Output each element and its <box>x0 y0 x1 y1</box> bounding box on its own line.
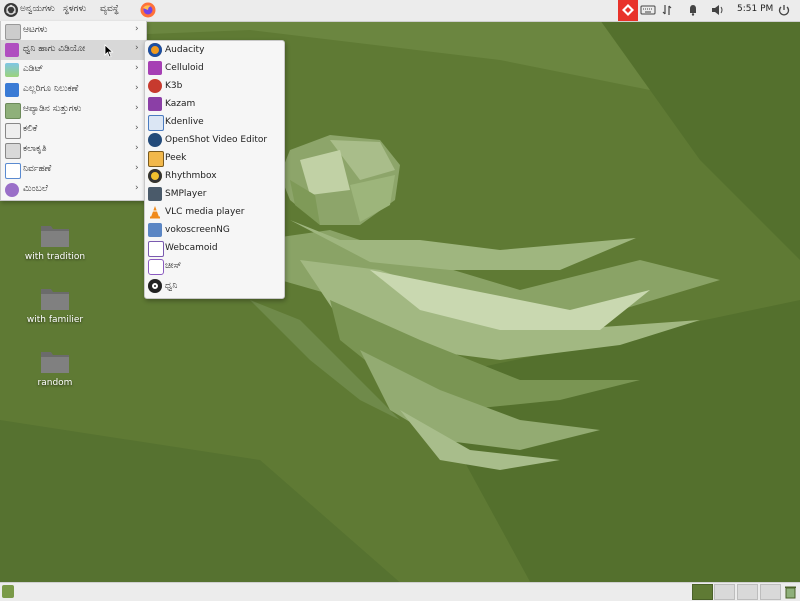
applications-menu[interactable]: ಅನ್ವಯಗಳು <box>20 4 55 14</box>
menu-item-openshot[interactable]: OpenShot Video Editor <box>145 131 284 149</box>
kazam-icon <box>148 97 162 111</box>
menu-item-celluloid[interactable]: Celluloid <box>145 59 284 77</box>
vokoscreen-icon <box>148 223 162 237</box>
category-accessories[interactable]: ಆಪ್ಯಾಡಿನ ಸುತ್ತುಗಳು › <box>1 100 146 120</box>
games-icon <box>5 24 21 40</box>
bottom-panel <box>0 582 800 601</box>
desktop-folder-with-familier[interactable]: with familier <box>20 285 90 345</box>
accessibility-icon <box>5 83 19 97</box>
openshot-icon <box>148 133 162 147</box>
category-settings[interactable]: ನಿರ್ವಹಣೆ › <box>1 160 146 180</box>
places-menu[interactable]: ಸ್ಥಳಗಳು <box>63 4 86 14</box>
k3b-icon <box>148 79 162 93</box>
folder-icon <box>41 352 69 373</box>
chevron-right-icon: › <box>135 24 139 34</box>
menu-item-vlc[interactable]: VLC media player <box>145 203 284 221</box>
menu-item-sound-recorder[interactable]: ಧ್ವನಿ <box>145 277 284 295</box>
category-accessibility[interactable]: ಎಲ್ಲರಿಗೂ ನಿಲುಕಣೆ › <box>1 80 146 100</box>
chevron-right-icon: › <box>135 143 139 153</box>
desktop-folder-with-tradition[interactable]: with tradition <box>20 222 90 282</box>
chevron-right-icon: › <box>135 43 139 53</box>
sound-video-submenu: Audacity Celluloid K3b Kazam Kdenlive Op… <box>144 40 285 299</box>
kdenlive-icon <box>148 115 164 131</box>
power-icon[interactable] <box>778 0 792 21</box>
menu-item-rhythmbox[interactable]: Rhythmbox <box>145 167 284 185</box>
mouse-cursor-icon <box>104 44 114 58</box>
chevron-right-icon: › <box>135 163 139 173</box>
settings-icon <box>5 163 21 179</box>
sound-video-icon <box>5 43 19 57</box>
firefox-icon[interactable] <box>140 2 156 18</box>
category-sound-video[interactable]: ಧ್ವನಿ ಹಾಗು ವಿಡಿಯೋ › <box>1 40 146 60</box>
graphics-icon <box>5 63 19 77</box>
menu-item-webcamoid[interactable]: Webcamoid <box>145 239 284 257</box>
folder-icon <box>41 289 69 310</box>
accessories-icon <box>5 103 21 119</box>
volume-icon[interactable] <box>711 0 725 21</box>
cheese-icon <box>148 259 164 275</box>
chevron-right-icon: › <box>135 103 139 113</box>
menu-item-kazam[interactable]: Kazam <box>145 95 284 113</box>
top-panel: ಅನ್ವಯಗಳು ಸ್ಥಳಗಳು ವ್ಯವಸ್ಥೆ 5:51 PM <box>0 0 800 22</box>
internet-icon <box>5 183 19 197</box>
vlc-icon <box>148 205 162 219</box>
audacity-icon <box>148 43 162 57</box>
rhythmbox-icon <box>148 169 162 183</box>
workspace-2[interactable] <box>714 584 735 600</box>
notification-bell-icon[interactable] <box>688 0 700 21</box>
show-desktop-icon[interactable] <box>2 585 14 598</box>
workspace-1[interactable] <box>692 584 713 600</box>
peek-icon <box>148 151 164 167</box>
workspace-4[interactable] <box>760 584 781 600</box>
category-graphics[interactable]: ಎಡಿಟ್ › <box>1 60 146 80</box>
celluloid-icon <box>148 61 162 75</box>
category-education[interactable]: ಕಲಿಕೆ › <box>1 120 146 140</box>
category-games[interactable]: ಆಟಗಳು › <box>1 21 146 41</box>
chevron-right-icon: › <box>135 63 139 73</box>
folder-icon <box>41 226 69 247</box>
menu-item-peek[interactable]: Peek <box>145 149 284 167</box>
distro-logo-icon[interactable] <box>4 3 18 17</box>
desktop-folder-random[interactable]: random <box>20 348 90 408</box>
menu-item-kdenlive[interactable]: Kdenlive <box>145 113 284 131</box>
menu-item-smplayer[interactable]: SMPlayer <box>145 185 284 203</box>
office-icon <box>5 143 21 159</box>
clock[interactable]: 5:51 PM <box>737 4 773 14</box>
chevron-right-icon: › <box>135 123 139 133</box>
network-icon[interactable] <box>662 0 674 21</box>
education-icon <box>5 123 21 139</box>
category-office[interactable]: ಕಲಾಕೃತಿ › <box>1 140 146 160</box>
remote-desktop-icon[interactable] <box>618 0 638 21</box>
category-internet[interactable]: ಮಿಂಬಲೆ › <box>1 180 146 200</box>
menu-item-k3b[interactable]: K3b <box>145 77 284 95</box>
chevron-right-icon: › <box>135 83 139 93</box>
sound-recorder-icon <box>148 279 162 293</box>
keyboard-icon[interactable] <box>640 0 658 21</box>
menu-item-vokoscreen[interactable]: vokoscreenNG <box>145 221 284 239</box>
menu-item-audacity[interactable]: Audacity <box>145 41 284 59</box>
webcamoid-icon <box>148 241 164 257</box>
chevron-right-icon: › <box>135 183 139 193</box>
workspace-3[interactable] <box>737 584 758 600</box>
applications-menu-dropdown: ಆಟಗಳು › ಧ್ವನಿ ಹಾಗು ವಿಡಿಯೋ › ಎಡಿಟ್ › ಎಲ್ಲ… <box>0 21 147 201</box>
trash-icon[interactable] <box>784 585 797 599</box>
smplayer-icon <box>148 187 162 201</box>
system-menu[interactable]: ವ್ಯವಸ್ಥೆ <box>100 4 119 14</box>
menu-item-cheese[interactable]: ಚೀಸ್ <box>145 257 284 275</box>
